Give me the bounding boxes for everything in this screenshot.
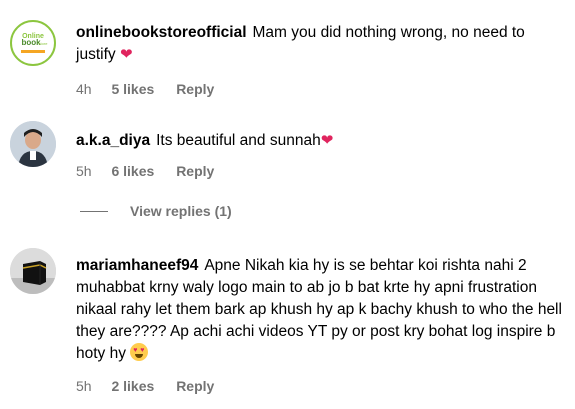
comment-body: Its beautiful and sunnah (156, 132, 321, 149)
heart-emoji-icon: ❤ (119, 46, 133, 63)
comment-meta: 5h 2 likes Reply (76, 378, 232, 394)
reply-button[interactable]: Reply (176, 378, 214, 394)
user-photo-icon (10, 121, 56, 167)
likes-count[interactable]: 6 likes (111, 163, 154, 179)
comment-username[interactable]: a.k.a_diya (76, 132, 150, 149)
comment-text: a.k.a_diya Its beautiful and sunnah❤ (76, 130, 565, 152)
view-replies-row[interactable]: View replies (1) (80, 203, 232, 219)
comment-meta: 4h 5 likes Reply (76, 81, 232, 97)
comment-time: 4h (76, 81, 92, 97)
comment-username[interactable]: onlinebookstoreofficial (76, 24, 247, 41)
reply-button[interactable]: Reply (176, 81, 214, 97)
avatar[interactable]: Online book store (10, 20, 56, 66)
likes-count[interactable]: 2 likes (111, 378, 154, 394)
heart-emoji-icon: ❤ (320, 132, 334, 149)
likes-count[interactable]: 5 likes (111, 81, 154, 97)
comment-time: 5h (76, 378, 92, 394)
bookstore-logo-icon: Online book store (13, 23, 53, 63)
comment-meta: 5h 6 likes Reply (76, 163, 232, 179)
heart-eyes-emoji-icon: ♥ ♥ (130, 343, 149, 361)
comment-username[interactable]: mariamhaneef94 (76, 257, 198, 274)
avatar[interactable] (10, 248, 56, 294)
comment-text: onlinebookstoreofficial Mam you did nothi… (76, 22, 565, 66)
comment-time: 5h (76, 163, 92, 179)
reply-button[interactable]: Reply (176, 163, 214, 179)
avatar[interactable] (10, 121, 56, 167)
replies-divider (80, 210, 108, 212)
comment-text: mariamhaneef94 Apne Nikah kia hy is se be… (76, 255, 565, 365)
avatar-text-store: store (39, 41, 49, 46)
view-replies-button[interactable]: View replies (1) (130, 203, 232, 219)
kaaba-photo-icon (10, 248, 56, 294)
